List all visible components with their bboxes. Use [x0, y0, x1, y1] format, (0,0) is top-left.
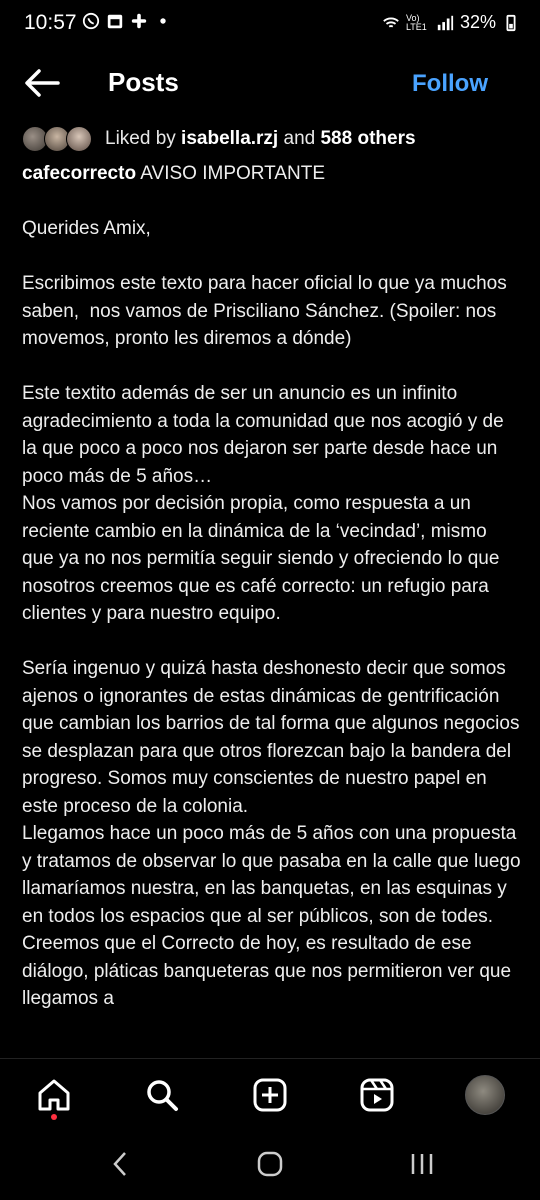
signal-icon [437, 15, 454, 30]
system-nav-bar [0, 1128, 540, 1200]
wifi-icon [383, 17, 399, 27]
system-back-button[interactable] [100, 1148, 140, 1180]
battery-icon [506, 14, 516, 31]
follow-button[interactable]: Follow [412, 70, 488, 98]
caption-username[interactable]: cafecorrecto [22, 163, 136, 184]
caption-headline: cafecorrecto AVISO IMPORTANTE [22, 163, 326, 184]
likes-summary: Liked by isabella.rzj and 588 others [105, 128, 416, 149]
nav-home[interactable] [34, 1075, 74, 1115]
system-status-icons: Vo) LTE1 32% [382, 12, 520, 33]
caption-paragraph: Escribimos este texto para hacer oficial… [22, 273, 513, 349]
caption-paragraph: Sería ingenuo y quizá hasta deshonesto d… [22, 658, 521, 1009]
nav-create[interactable] [250, 1075, 290, 1115]
home-circle-icon [257, 1151, 283, 1177]
reels-icon [360, 1078, 394, 1112]
back-arrow-icon[interactable] [22, 66, 62, 100]
notification-icons [82, 12, 172, 30]
post-caption: cafecorrecto AVISO IMPORTANTE Querides A… [22, 160, 522, 1013]
system-recents-button[interactable] [402, 1148, 442, 1180]
volte-label: Vo) LTE1 [405, 12, 427, 32]
caption-paragraph: Este textito además de ser un anuncio es… [22, 383, 504, 624]
home-icon [38, 1079, 70, 1111]
recent-apps-icon [411, 1154, 433, 1174]
liker-username[interactable]: isabella.rzj [181, 128, 278, 149]
likes-count[interactable]: 588 others [320, 128, 415, 149]
caption-paragraph: Querides Amix, [22, 218, 151, 239]
status-bar: 10:57 Vo) LTE1 32% [0, 0, 540, 50]
whatsapp-icon [82, 12, 100, 30]
search-icon [147, 1080, 178, 1111]
nav-profile[interactable] [465, 1075, 505, 1115]
notification-dot [51, 1114, 57, 1120]
calendar-icon [107, 14, 123, 29]
profile-avatar [465, 1075, 505, 1115]
status-time: 10:57 [24, 11, 77, 34]
system-home-button[interactable] [250, 1148, 290, 1180]
bottom-nav [0, 1058, 540, 1129]
page-title: Posts [108, 67, 179, 97]
create-icon [253, 1078, 287, 1112]
dot-icon [160, 18, 166, 24]
battery-percent: 32% [459, 12, 496, 32]
recents-back-icon [113, 1152, 126, 1176]
nav-search[interactable] [142, 1075, 182, 1115]
likes-row[interactable]: Liked by isabella.rzj and 588 others [22, 126, 416, 152]
avatar [66, 126, 92, 152]
liker-avatars [22, 126, 97, 152]
nav-reels[interactable] [357, 1075, 397, 1115]
post-header: Posts Follow [0, 58, 540, 108]
slack-icon [131, 13, 147, 29]
